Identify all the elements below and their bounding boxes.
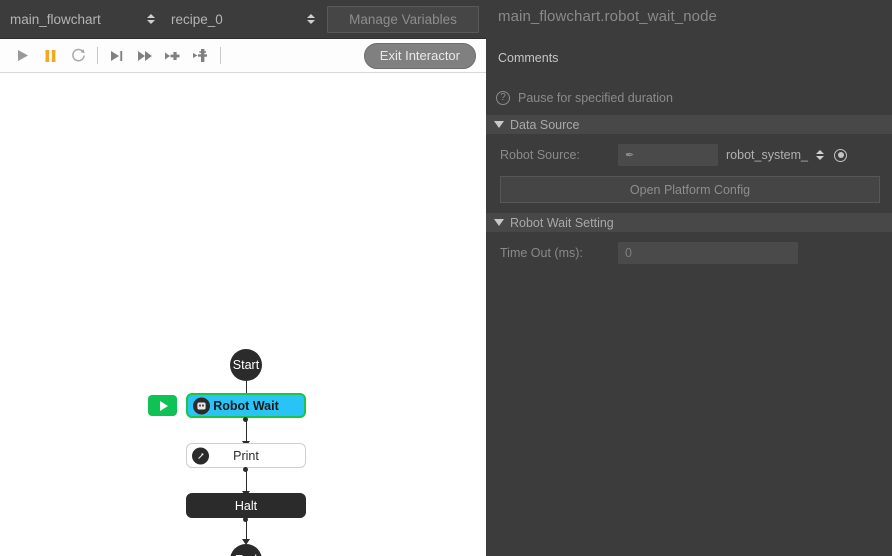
description-row: ? Pause for specified duration	[486, 65, 892, 105]
flowchart-editor-pane: main_flowchart recipe_0 Manage Variables	[0, 0, 486, 556]
selector-bar: main_flowchart recipe_0 Manage Variables	[0, 0, 486, 39]
chevron-updown-icon	[307, 14, 315, 24]
step-over-icon	[165, 51, 180, 60]
recipe-selector[interactable]: recipe_0	[163, 0, 323, 39]
print-icon	[192, 447, 209, 464]
edge-print-halt	[245, 469, 247, 491]
page-title: main_flowchart.robot_wait_node	[498, 8, 717, 25]
run-button[interactable]	[8, 43, 36, 69]
step-over-button[interactable]	[159, 43, 187, 69]
section-label: Robot Wait Setting	[510, 215, 614, 230]
node-label: Robot Wait	[213, 398, 279, 413]
robot-source-label: Robot Source:	[500, 148, 580, 162]
step-next-icon	[110, 50, 122, 61]
timeout-input[interactable]: 0	[618, 242, 798, 264]
section-label: Data Source	[510, 117, 580, 132]
properties-panel: main_flowchart.robot_wait_node Comments …	[486, 0, 892, 556]
toolbar-divider	[220, 47, 221, 64]
fast-forward-button[interactable]	[131, 43, 159, 69]
step-into-icon	[193, 49, 207, 62]
debug-toolbar: Exit Interactor	[0, 39, 486, 73]
step-next-button[interactable]	[103, 43, 131, 69]
application-window: main_flowchart recipe_0 Manage Variables	[0, 0, 892, 556]
exit-interactor-button[interactable]: Exit Interactor	[363, 42, 476, 69]
select-target-icon[interactable]	[834, 148, 847, 162]
run-node-button[interactable]	[148, 395, 177, 416]
chevron-updown-icon	[147, 14, 155, 24]
chevron-down-icon	[494, 219, 504, 226]
robot-source-row: Robot Source: ✒ robot_system_	[486, 144, 892, 166]
step-into-button[interactable]	[187, 43, 215, 69]
toolbar-divider	[97, 47, 98, 64]
node-print[interactable]: Print	[186, 443, 306, 468]
manage-variables-button[interactable]: Manage Variables	[327, 5, 479, 33]
fast-forward-icon	[137, 50, 152, 61]
node-description: Pause for specified duration	[518, 91, 673, 105]
reload-icon	[71, 48, 85, 62]
node-label: Halt	[234, 498, 258, 513]
timeout-row: Time Out (ms): 0	[486, 242, 892, 264]
robot-source-picker[interactable]: ✒	[618, 144, 718, 166]
section-robot-wait-setting[interactable]: Robot Wait Setting	[486, 213, 892, 232]
comments-label: Comments	[498, 51, 559, 65]
chevron-down-icon	[494, 121, 504, 128]
node-robot-wait[interactable]: Robot Wait	[186, 393, 306, 418]
flowchart-selector[interactable]: main_flowchart	[0, 0, 163, 39]
node-label: Start	[232, 358, 260, 372]
help-icon[interactable]: ?	[496, 91, 510, 105]
section-data-source[interactable]: Data Source	[486, 115, 892, 134]
node-halt[interactable]: Halt	[186, 493, 306, 518]
restart-button[interactable]	[64, 43, 92, 69]
flowchart-selector-value: main_flowchart	[10, 11, 101, 27]
play-icon	[17, 50, 28, 61]
flowchart-canvas[interactable]: Start Robot Wait Print Halt	[0, 73, 486, 556]
timeout-label: Time Out (ms):	[500, 246, 583, 260]
node-label: Print	[233, 448, 259, 463]
pause-icon	[45, 49, 55, 62]
pause-button[interactable]	[36, 43, 64, 69]
open-platform-config-button[interactable]: Open Platform Config	[500, 176, 880, 203]
node-end[interactable]: End	[230, 544, 262, 556]
chevron-updown-icon[interactable]	[816, 150, 824, 160]
recipe-selector-value: recipe_0	[171, 11, 223, 27]
robot-icon	[193, 397, 210, 414]
node-start[interactable]: Start	[230, 349, 262, 381]
eyedropper-icon: ✒	[625, 149, 635, 162]
robot-source-value: robot_system_	[726, 148, 808, 162]
